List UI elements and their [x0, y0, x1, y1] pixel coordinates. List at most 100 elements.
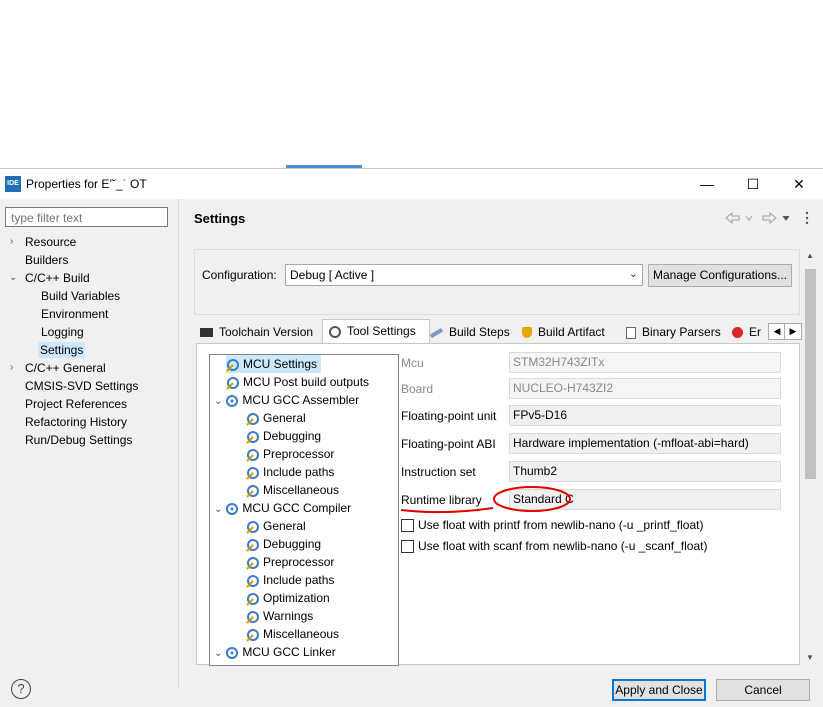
- tab-label: Toolchain Version: [219, 325, 314, 339]
- tab-scroll-right-button[interactable]: ▶: [784, 323, 802, 340]
- apply-and-close-button[interactable]: Apply and Close: [612, 679, 706, 701]
- tool-settings-tree: MCU Settings MCU Post build outputs ⌄ MCU…: [209, 354, 399, 666]
- tree-item-asm-include-paths[interactable]: Include paths: [246, 463, 334, 481]
- tree-item-cc-include-paths[interactable]: Include paths: [246, 571, 334, 589]
- sidebar-item-resource[interactable]: Resource: [25, 235, 76, 249]
- tab-error-parsers[interactable]: Er: [732, 321, 766, 343]
- tree-item-asm-miscellaneous[interactable]: Miscellaneous: [246, 481, 339, 499]
- tree-item-cc-warnings[interactable]: Warnings: [246, 607, 313, 625]
- sidebar-item-builders[interactable]: Builders: [25, 253, 68, 267]
- split-divider[interactable]: [178, 199, 179, 689]
- title-bar: IDE Properties for E’˘_˙ OT — ☐ ✕: [0, 169, 823, 199]
- tab-build-artifact[interactable]: Build Artifact: [522, 321, 614, 343]
- ide-app-icon: IDE: [5, 176, 21, 192]
- sidebar-item-settings[interactable]: Settings: [38, 342, 86, 358]
- sidebar-item-project-references[interactable]: Project References: [25, 397, 127, 411]
- checkbox-box[interactable]: [401, 519, 414, 533]
- chevron-down-icon[interactable]: ⌄: [214, 504, 222, 515]
- chevron-down-icon[interactable]: ⌄: [214, 396, 222, 407]
- tree-label: MCU Settings: [243, 357, 318, 371]
- fpu-select[interactable]: FPv5-D16: [509, 405, 781, 426]
- tree-item-compiler[interactable]: ⌄ MCU GCC Compiler: [214, 499, 351, 517]
- tab-label: Binary Parsers: [642, 325, 721, 339]
- sidebar-item-cmsis-svd[interactable]: CMSIS-SVD Settings: [25, 379, 138, 393]
- tree-label: Debugging: [263, 537, 322, 551]
- settings-icon: [246, 448, 260, 462]
- tree-label: Preprocessor: [263, 447, 335, 461]
- view-menu-icon[interactable]: [805, 211, 809, 225]
- sidebar-item-cpp-build[interactable]: C/C++ Build: [25, 271, 90, 285]
- float-abi-select[interactable]: Hardware implementation (-mfloat-abi=har…: [509, 433, 781, 454]
- scanf-float-checkbox[interactable]: Use float with scanf from newlib-nano (-…: [401, 539, 707, 554]
- file-icon: [626, 326, 636, 339]
- tab-build-steps[interactable]: Build Steps: [429, 321, 510, 343]
- tree-item-cc-general[interactable]: General: [246, 517, 306, 535]
- tab-toolchain-version[interactable]: Toolchain Version: [200, 321, 318, 343]
- tree-item-asm-debugging[interactable]: Debugging: [246, 427, 321, 445]
- red-annotation: [400, 486, 571, 514]
- checkbox-box[interactable]: [401, 540, 414, 554]
- tool-icon: [225, 502, 239, 516]
- board-field: NUCLEO-H743ZI2: [509, 378, 781, 399]
- back-arrow-icon[interactable]: [725, 211, 753, 225]
- tab-tool-settings[interactable]: Tool Settings: [322, 319, 430, 345]
- printf-float-checkbox[interactable]: Use float with printf from newlib-nano (…: [401, 518, 704, 533]
- tree-label: Preprocessor: [263, 555, 335, 569]
- tab-label: Build Artifact: [538, 325, 605, 339]
- chevron-right-icon[interactable]: ›: [10, 362, 13, 373]
- minimize-button[interactable]: —: [684, 169, 730, 199]
- tree-item-linker[interactable]: ⌄ MCU GCC Linker: [214, 643, 336, 661]
- tree-item-cc-debugging[interactable]: Debugging: [246, 535, 321, 553]
- tree-item-assembler[interactable]: ⌄ MCU GCC Assembler: [214, 391, 359, 409]
- sidebar-item-cpp-general[interactable]: C/C++ General: [25, 361, 106, 375]
- chip-icon: [200, 328, 213, 338]
- chevron-down-icon[interactable]: ⌄: [214, 648, 222, 659]
- sidebar-item-run-debug[interactable]: Run/Debug Settings: [25, 433, 132, 447]
- chevron-right-icon[interactable]: ›: [10, 236, 13, 247]
- settings-icon: [246, 484, 260, 498]
- cancel-button[interactable]: Cancel: [716, 679, 810, 701]
- configuration-label: Configuration:: [202, 268, 277, 282]
- chevron-down-icon[interactable]: ⌄: [9, 272, 17, 283]
- scroll-down-icon[interactable]: ▼: [806, 653, 814, 662]
- settings-icon: [246, 628, 260, 642]
- help-icon[interactable]: ?: [11, 679, 31, 699]
- page-title: Settings: [194, 211, 246, 226]
- settings-icon: [246, 592, 260, 606]
- tool-icon: [225, 394, 239, 408]
- sidebar-item-environment[interactable]: Environment: [41, 307, 108, 321]
- tree-label: MCU GCC Assembler: [242, 393, 360, 407]
- tree-label: Warnings: [263, 609, 314, 623]
- forward-arrow-icon[interactable]: [762, 211, 790, 225]
- tab-label: Er: [749, 325, 761, 339]
- scroll-up-icon[interactable]: ▲: [806, 251, 814, 260]
- maximize-button[interactable]: ☐: [730, 169, 776, 199]
- checkbox-label: Use float with printf from newlib-nano (…: [418, 518, 704, 532]
- settings-icon: [226, 358, 240, 372]
- tree-label: General: [263, 411, 306, 425]
- tree-item-cc-miscellaneous[interactable]: Miscellaneous: [246, 625, 339, 643]
- configuration-select[interactable]: Debug [ Active ] ⌄: [285, 264, 643, 286]
- tree-item-mcu-settings[interactable]: MCU Settings: [226, 355, 322, 373]
- board-label: Board: [401, 382, 434, 396]
- tree-label: Optimization: [263, 591, 330, 605]
- sidebar-item-build-variables[interactable]: Build Variables: [41, 289, 120, 303]
- tree-item-post-build[interactable]: MCU Post build outputs: [226, 373, 369, 391]
- tree-item-asm-general[interactable]: General: [246, 409, 306, 427]
- tree-item-cc-optimization[interactable]: Optimization: [246, 589, 330, 607]
- sidebar-item-logging[interactable]: Logging: [41, 325, 84, 339]
- filter-input[interactable]: [9, 209, 163, 227]
- error-icon: [732, 327, 743, 339]
- close-button[interactable]: ✕: [776, 169, 822, 199]
- tree-item-cc-preprocessor[interactable]: Preprocessor: [246, 553, 334, 571]
- tab-binary-parsers[interactable]: Binary Parsers: [626, 321, 722, 343]
- scrollbar-thumb[interactable]: [805, 269, 816, 479]
- manage-configurations-button[interactable]: Manage Configurations...: [648, 264, 792, 287]
- filter-field[interactable]: [5, 207, 168, 227]
- sidebar-item-refactoring-history[interactable]: Refactoring History: [25, 415, 127, 429]
- tree-item-asm-preprocessor[interactable]: Preprocessor: [246, 445, 334, 463]
- vertical-scrollbar[interactable]: ▲ ▼: [802, 247, 819, 667]
- tab-label: Build Steps: [449, 325, 510, 339]
- settings-icon: [226, 376, 240, 390]
- instruction-set-select[interactable]: Thumb2: [509, 461, 781, 482]
